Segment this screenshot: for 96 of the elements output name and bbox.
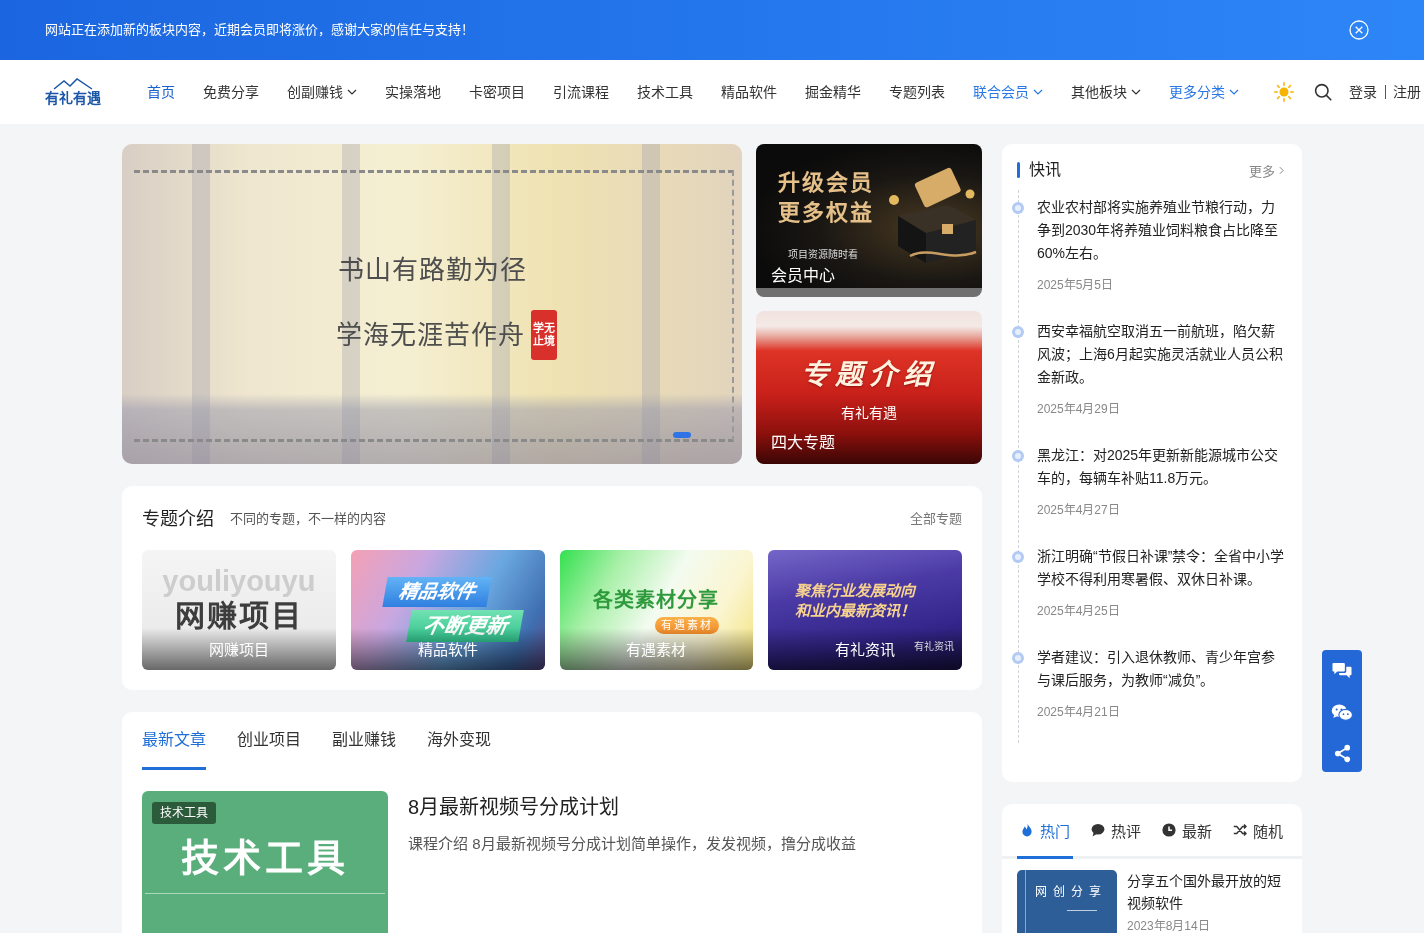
banner-caption: 会员中心: [771, 267, 835, 285]
news-headline[interactable]: 学者建议：引入退休教师、青少年宫参与课后服务，为教师“减负”。: [1037, 646, 1285, 692]
section-subtitle: 不同的专题，不一样的内容: [230, 509, 386, 527]
article-tab[interactable]: 副业赚钱: [332, 726, 396, 770]
news-headline[interactable]: 浙江明确“节假日补课”禁令：全省中小学学校不得利用寒暑假、双休日补课。: [1037, 545, 1285, 591]
comment-icon: [1091, 823, 1105, 837]
article-tab[interactable]: 最新文章: [142, 726, 206, 770]
card-artwork-text: 各类素材分享: [593, 588, 720, 613]
register-link[interactable]: 注册: [1393, 82, 1421, 102]
banner-note: 有礼有遇: [841, 404, 897, 422]
topic-caption: 有遇素材: [626, 640, 687, 660]
card-artwork-text: 有礼资讯: [914, 641, 954, 653]
caret-icon: [1033, 89, 1043, 95]
logo-text[interactable]: 有礼有遇: [45, 89, 101, 107]
all-topics-link[interactable]: 全部专题: [910, 507, 962, 527]
banner-slogan: 书山有路勤为径: [337, 254, 527, 288]
news-headline[interactable]: 黑龙江：对2025年更新新能源城市公交车的，每辆车补贴11.8万元。: [1037, 444, 1285, 490]
post-thumbnail[interactable]: 网创分享: [1017, 870, 1117, 933]
news-date: 2025年5月5日: [1037, 277, 1115, 294]
chat-icon[interactable]: [1331, 662, 1353, 681]
shuffle-icon: [1233, 823, 1247, 837]
post-date: 2023年8月14日: [1127, 919, 1211, 933]
article-excerpt: 课程介绍 8月最新视频号分成计划简单操作，发发视频，撸分成收益: [408, 834, 856, 854]
news-date: 2025年4月29日: [1037, 401, 1121, 418]
hot-tab[interactable]: 随机: [1230, 804, 1286, 859]
nav-link[interactable]: 更多分类: [1155, 82, 1253, 102]
hot-tab[interactable]: 热门: [1017, 804, 1073, 859]
login-link[interactable]: 登录: [1349, 82, 1377, 102]
news-date: 2025年4月27日: [1037, 502, 1121, 519]
timeline-dot-icon: [1012, 651, 1024, 664]
banner-headline: 专题介绍: [801, 358, 937, 392]
section-title: 快讯: [1029, 160, 1061, 180]
article-title[interactable]: 8月最新视频号分成计划: [408, 793, 620, 821]
thumbnail-title: 技术工具: [181, 836, 349, 881]
hot-tab[interactable]: 最新: [1159, 804, 1215, 859]
nav-link[interactable]: 精品软件: [707, 82, 791, 102]
card-artwork-text: 和业内最新资讯！: [795, 601, 916, 621]
article-tab[interactable]: 海外变现: [427, 726, 491, 770]
clock-icon: [1162, 823, 1176, 837]
card-artwork-text: 精品软件: [382, 577, 492, 607]
caret-icon: [1131, 89, 1141, 95]
nav-link[interactable]: 专题列表: [875, 82, 959, 102]
news-headline[interactable]: 西安幸福航空取消五一前航班，陷欠薪风波；上海6月起实施灵活就业人员公积金新政。: [1037, 320, 1285, 389]
banner-caption: 四大专题: [771, 434, 835, 452]
flame-icon: [1020, 823, 1034, 837]
news-date: 2025年4月21日: [1037, 704, 1121, 721]
caret-icon: [1229, 89, 1239, 95]
timeline-dot-icon: [1012, 201, 1024, 214]
nav-link[interactable]: 技术工具: [623, 82, 707, 102]
banner-headline: 升级会员: [778, 169, 874, 197]
card-artwork-text: 网赚项目: [174, 598, 303, 634]
chevron-right-icon: [1279, 165, 1284, 175]
thumbnail-title: 网创分享: [1035, 884, 1107, 900]
more-link[interactable]: 更多: [1249, 160, 1284, 180]
timeline-dot-icon: [1012, 325, 1024, 338]
nav-link[interactable]: 引流课程: [539, 82, 623, 102]
promo-banner[interactable]: 专题介绍 有礼有遇 四大专题: [756, 311, 982, 464]
category-badge[interactable]: 技术工具: [152, 802, 216, 824]
timeline-dot-icon: [1012, 550, 1024, 563]
hot-tab[interactable]: 热评: [1088, 804, 1144, 859]
topic-card[interactable]: 聚焦行业发展动向 和业内最新资讯！ 有礼资讯 有礼资讯: [768, 550, 962, 670]
post-title[interactable]: 分享五个国外最开放的短视频软件: [1127, 870, 1287, 914]
nav-link[interactable]: 免费分享: [189, 82, 273, 102]
notice-text: 网站正在添加新的板块内容，近期会员即将涨价，感谢大家的信任与支持！: [45, 21, 474, 39]
news-headline[interactable]: 农业农村部将实施养殖业节粮行动，力争到2030年将养殖业饲料粮食占比降至60%左右。: [1037, 196, 1285, 265]
topic-caption: 网赚项目: [208, 640, 269, 660]
search-icon[interactable]: [1314, 83, 1332, 101]
card-artwork-text: 不断更新: [405, 610, 524, 642]
caret-icon: [347, 89, 357, 95]
news-date: 2025年4月25日: [1037, 603, 1121, 620]
article-tab[interactable]: 创业项目: [237, 726, 301, 770]
mountain-icon[interactable]: [53, 77, 93, 90]
nav-link[interactable]: 首页: [133, 82, 189, 102]
wechat-icon[interactable]: [1331, 703, 1353, 722]
nav-link[interactable]: 其他板块: [1057, 82, 1155, 102]
topic-caption: 精品软件: [417, 640, 478, 660]
topic-caption: 有礼资讯: [835, 640, 896, 660]
card-artwork-text: 聚焦行业发展动向: [795, 581, 916, 601]
share-icon[interactable]: [1333, 744, 1351, 763]
seal-stamp: 学无止境: [530, 310, 557, 360]
topic-card[interactable]: 精品软件 不断更新 精品软件: [350, 550, 545, 670]
accent-bar-icon: [1017, 162, 1020, 178]
banner-headline: 更多权益: [778, 199, 874, 227]
promo-banner[interactable]: 升级会员 更多权益 项目资源随时看 会员中心: [756, 144, 982, 297]
section-title: 专题介绍: [142, 508, 214, 530]
close-icon[interactable]: [1349, 20, 1369, 40]
nav-link[interactable]: 卡密项目: [455, 82, 539, 102]
nav-link[interactable]: 联合会员: [959, 82, 1057, 102]
banner-note: 项目资源随时看: [788, 249, 858, 261]
nav-link[interactable]: 实操落地: [371, 82, 455, 102]
nav-link[interactable]: 创副赚钱: [273, 82, 371, 102]
article-thumbnail[interactable]: 技术工具 技术工具: [142, 791, 388, 933]
banner-slogan: 学海无涯苦作舟: [335, 319, 525, 352]
nav-link[interactable]: 掘金精华: [791, 82, 875, 102]
timeline-dot-icon: [1012, 449, 1024, 462]
card-artwork-text: 有遇素材: [655, 617, 720, 634]
